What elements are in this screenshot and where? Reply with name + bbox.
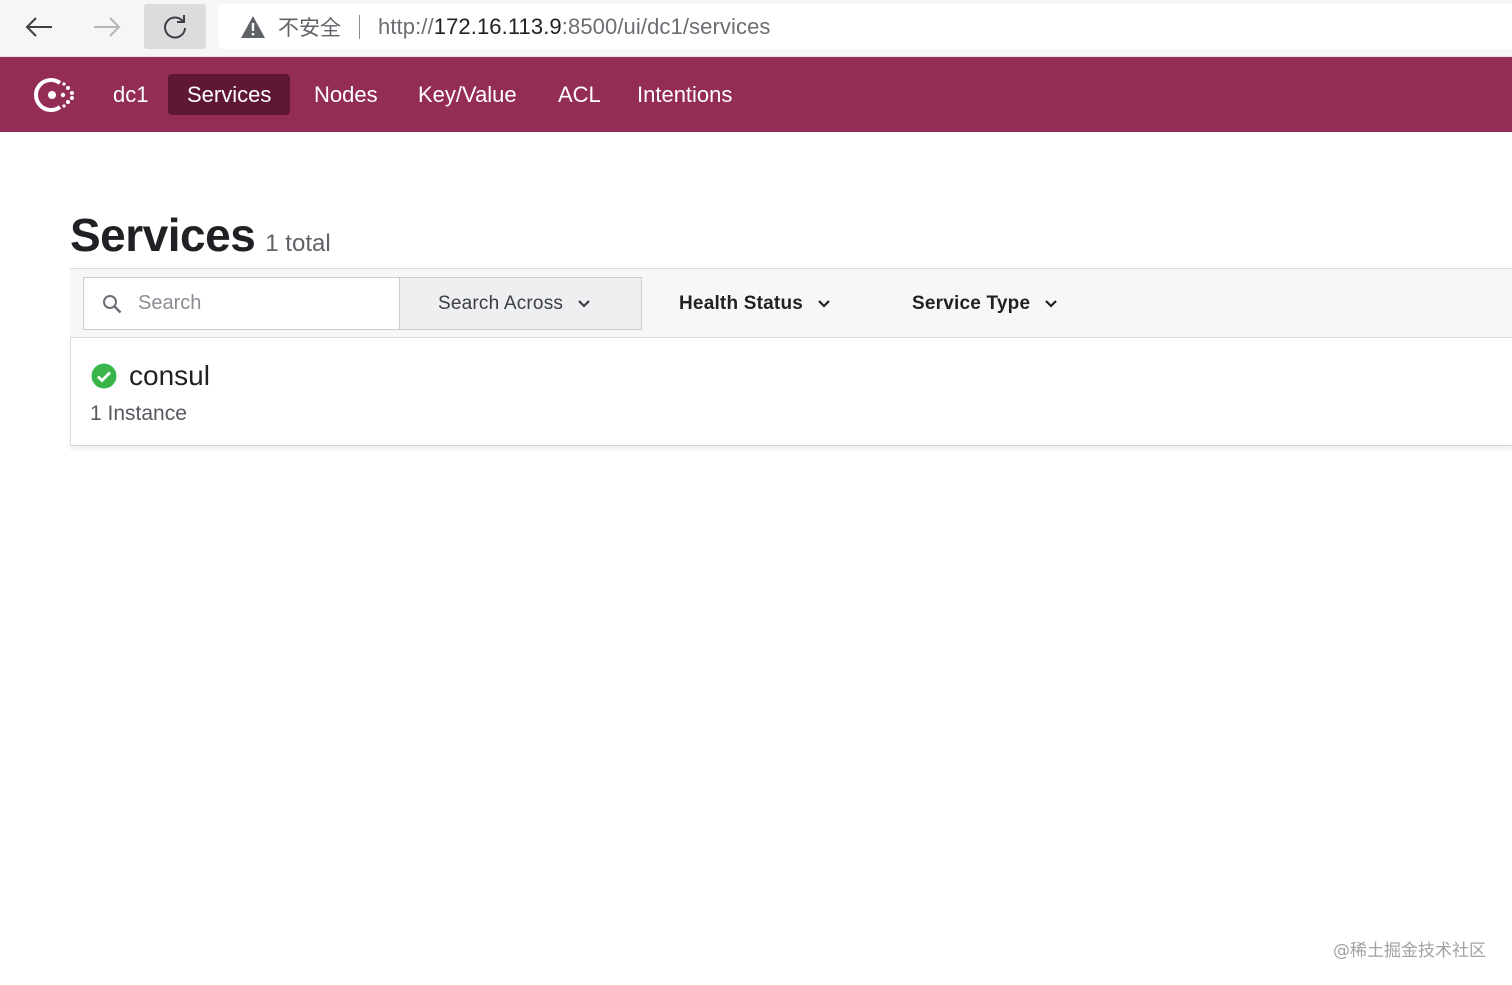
back-button[interactable] xyxy=(8,4,70,49)
filter-bar: Search Across Health Status Service Type xyxy=(70,268,1512,338)
reload-button[interactable] xyxy=(144,4,206,49)
search-input[interactable] xyxy=(138,292,378,315)
nav-intentions[interactable]: Intentions xyxy=(618,74,751,115)
address-bar[interactable]: 不安全 http://172.16.113.9:8500/ui/dc1/serv… xyxy=(218,4,1512,49)
check-circle-icon xyxy=(91,363,117,389)
health-status-dropdown[interactable]: Health Status xyxy=(679,277,831,330)
search-box[interactable] xyxy=(83,277,400,330)
security-label[interactable]: 不安全 xyxy=(278,12,341,42)
url-path: :8500/ui/dc1/services xyxy=(561,13,771,39)
nav-services[interactable]: Services xyxy=(168,74,291,115)
watermark: @稀土掘金技术社区 xyxy=(1333,941,1486,961)
service-type-label: Service Type xyxy=(912,292,1031,314)
page-header: Services 1 total xyxy=(70,208,331,262)
service-type-dropdown[interactable]: Service Type xyxy=(912,277,1058,330)
chevron-down-icon xyxy=(817,299,831,309)
search-across-label: Search Across xyxy=(438,292,564,314)
reload-icon xyxy=(164,14,186,39)
nav-key-value[interactable]: Key/Value xyxy=(399,74,536,115)
browser-toolbar: 不安全 http://172.16.113.9:8500/ui/dc1/serv… xyxy=(0,0,1512,57)
health-status-label: Health Status xyxy=(679,292,804,314)
warning-icon[interactable] xyxy=(240,15,266,39)
url-scheme: http:// xyxy=(378,13,434,39)
arrow-right-icon xyxy=(94,16,121,37)
search-across-dropdown[interactable]: Search Across xyxy=(399,277,642,330)
service-name-row: consul xyxy=(91,360,210,392)
consul-logo-icon[interactable] xyxy=(30,74,78,116)
nav-nodes[interactable]: Nodes xyxy=(295,74,397,115)
url-host: 172.16.113.9 xyxy=(433,13,562,39)
chevron-down-icon xyxy=(577,299,591,309)
instance-count: 1 Instance xyxy=(90,402,187,425)
arrow-left-icon xyxy=(25,16,52,37)
forward-button[interactable] xyxy=(76,4,138,49)
list-item[interactable]: consul 1 Instance xyxy=(70,338,1512,446)
url-text[interactable]: http://172.16.113.9:8500/ui/dc1/services xyxy=(378,14,771,40)
address-divider xyxy=(359,14,360,39)
nav-acl[interactable]: ACL xyxy=(539,74,620,115)
app-header: dc1 Services Nodes Key/Value ACL Intenti… xyxy=(0,57,1512,132)
datacenter-selector[interactable]: dc1 xyxy=(113,57,148,132)
chevron-down-icon xyxy=(1044,299,1058,309)
search-icon xyxy=(103,294,122,313)
page-title: Services xyxy=(70,209,256,261)
service-name[interactable]: consul xyxy=(129,360,210,392)
service-count: 1 total xyxy=(265,230,331,257)
